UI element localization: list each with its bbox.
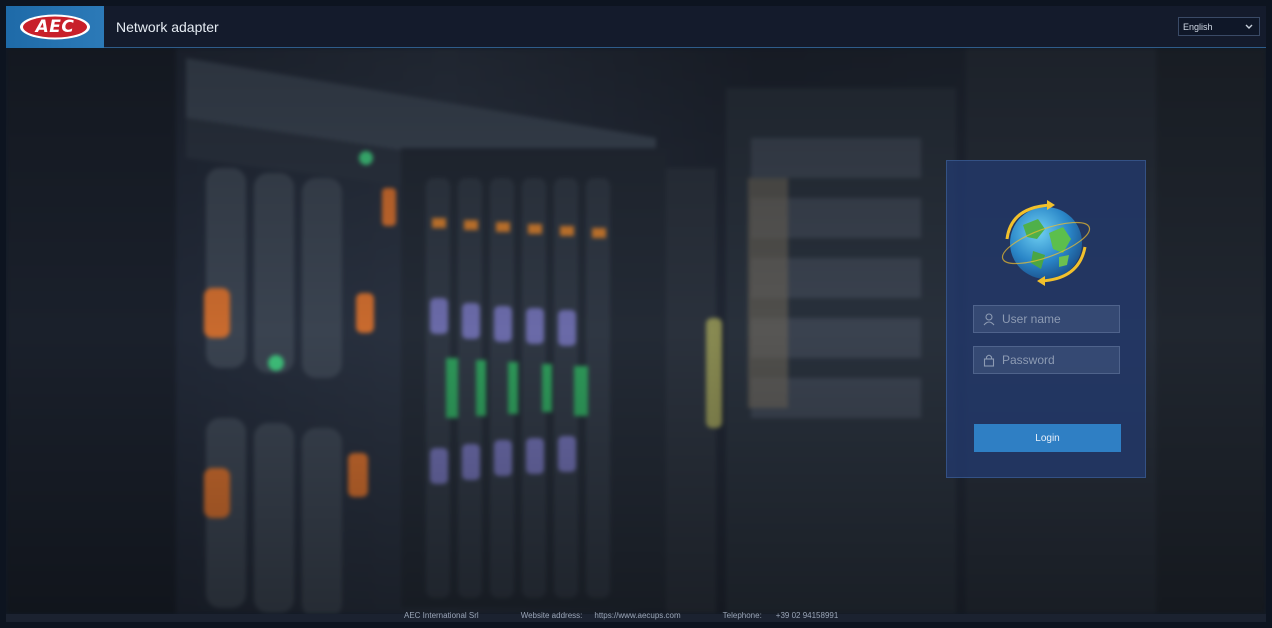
password-input[interactable] — [1002, 353, 1112, 367]
globe-icon — [1001, 200, 1091, 286]
login-panel: Login — [946, 160, 1146, 478]
username-field[interactable] — [973, 305, 1120, 333]
top-bar: AEC Network adapter English — [6, 6, 1266, 48]
footer-website-label: Website address: — [520, 610, 583, 620]
footer-info: AEC International Srl Website address: h… — [404, 608, 838, 622]
footer-website-link[interactable]: https://www.aecups.com — [594, 611, 680, 620]
language-selected: English — [1183, 21, 1213, 32]
app-title: Network adapter — [116, 19, 219, 35]
logo-text: AEC — [35, 17, 75, 37]
footer-company: AEC International Srl — [404, 610, 479, 620]
language-select[interactable]: English — [1178, 17, 1260, 36]
user-icon — [983, 313, 995, 326]
password-field[interactable] — [973, 346, 1120, 374]
username-input[interactable] — [1002, 312, 1112, 326]
lock-icon — [983, 354, 995, 367]
logo-area: AEC — [6, 6, 104, 48]
app-window: AEC Network adapter English User name Lo… — [6, 6, 1266, 622]
login-button[interactable]: Login — [974, 424, 1121, 452]
footer-telephone-value: +39 02 94158991 — [775, 610, 839, 620]
chevron-down-icon — [1245, 24, 1253, 29]
footer-telephone-label: Telephone: — [722, 610, 762, 620]
